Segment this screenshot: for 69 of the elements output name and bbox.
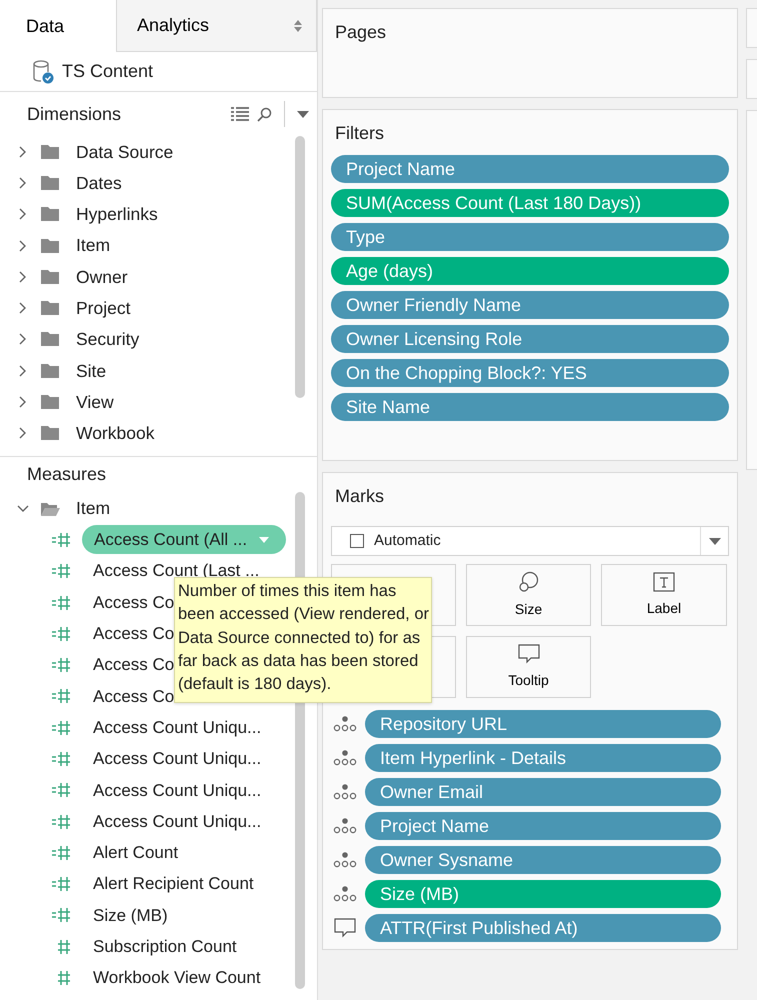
- field-item[interactable]: Access Count Uniqu...: [93, 776, 262, 805]
- folder-label[interactable]: Data Source: [76, 138, 174, 165]
- marks-button[interactable]: Label: [601, 564, 727, 626]
- field-item[interactable]: Access Count Uniqu...: [93, 807, 262, 836]
- folder-icon: [40, 362, 60, 379]
- folder-label[interactable]: Item: [76, 232, 110, 259]
- folder-label[interactable]: Security: [76, 326, 140, 353]
- folder-icon: [40, 174, 60, 191]
- detail-dots-icon: [333, 784, 357, 800]
- detail-dots-icon: [333, 818, 357, 834]
- field-item[interactable]: Size (MB): [93, 900, 168, 930]
- scrollbar-thumb[interactable]: [295, 136, 305, 398]
- field-item[interactable]: Access Count Uniqu...: [93, 713, 262, 742]
- shelf-title: Marks: [335, 485, 385, 508]
- list-view-icon: [231, 107, 249, 121]
- dropdown-caret-icon: [708, 538, 720, 544]
- size-circles-icon: [518, 570, 540, 592]
- dropdown-caret-icon: [259, 536, 270, 543]
- folder-label[interactable]: Item: [76, 495, 110, 522]
- field-item[interactable]: Alert Count: [93, 838, 178, 868]
- folder-icon: [40, 331, 60, 348]
- field-item[interactable]: Access Co: [93, 650, 174, 680]
- side-panel: [746, 59, 757, 99]
- field-item[interactable]: Workbook View Count: [93, 964, 261, 993]
- data-source-name[interactable]: TS Content: [62, 58, 154, 85]
- text-label-icon: [653, 572, 675, 592]
- panel-tab[interactable]: Analytics: [116, 0, 317, 52]
- detail-dots-icon: [333, 750, 357, 766]
- detail-dots-icon: [333, 852, 357, 868]
- folder-label[interactable]: Owner: [76, 264, 128, 290]
- sort-arrows-icon: [294, 20, 302, 32]
- folder-label[interactable]: Site: [76, 358, 106, 384]
- folder-icon: [40, 394, 60, 410]
- section-title: Dimensions: [27, 102, 122, 126]
- folder-icon: [40, 425, 60, 442]
- section-title: Measures: [27, 463, 106, 486]
- info-tooltip: Number of times this item has been accessed (View rendered, or Data Source connected to) for as far back as data has been stored (default is 180 days).: [174, 577, 432, 704]
- shelf-title: Pages: [335, 21, 388, 44]
- folder-icon: [40, 300, 60, 316]
- detail-dots-icon: [333, 716, 357, 732]
- speech-bubble-icon: [334, 918, 356, 938]
- field-item[interactable]: Access Count Uniqu...: [93, 744, 262, 774]
- open-folder-icon: [40, 500, 60, 517]
- folder-icon: [40, 206, 60, 222]
- folder-icon: [40, 268, 60, 285]
- detail-dots-icon: [333, 886, 357, 902]
- shelf-title: Filters: [335, 122, 385, 145]
- marks-button[interactable]: Tooltip: [466, 636, 591, 698]
- square-mark-icon: [350, 534, 364, 548]
- folder-icon: [40, 238, 60, 254]
- search-icon: [257, 106, 272, 122]
- folder-label[interactable]: Hyperlinks: [76, 201, 158, 228]
- field-item[interactable]: Alert Recipient Count: [93, 870, 254, 899]
- field-item[interactable]: Access Co: [93, 588, 174, 617]
- side-panel: [746, 8, 757, 48]
- folder-label[interactable]: View: [76, 388, 114, 416]
- field-item[interactable]: Access Co: [93, 619, 174, 648]
- folder-label[interactable]: Project: [76, 295, 130, 322]
- folder-icon: [40, 144, 60, 160]
- field-item[interactable]: Access Count (All ...: [82, 525, 286, 554]
- speech-bubble-icon: [518, 644, 540, 664]
- folder-label[interactable]: Workbook: [76, 420, 154, 446]
- marks-button[interactable]: Size: [466, 564, 591, 626]
- field-item[interactable]: Subscription Count: [93, 932, 237, 962]
- mark-type-dropdown[interactable]: Automatic: [331, 526, 729, 556]
- database-check-icon: [32, 60, 54, 84]
- dropdown-caret-icon: [297, 110, 309, 118]
- field-item[interactable]: Access Co: [93, 682, 174, 711]
- folder-label[interactable]: Dates: [76, 170, 122, 196]
